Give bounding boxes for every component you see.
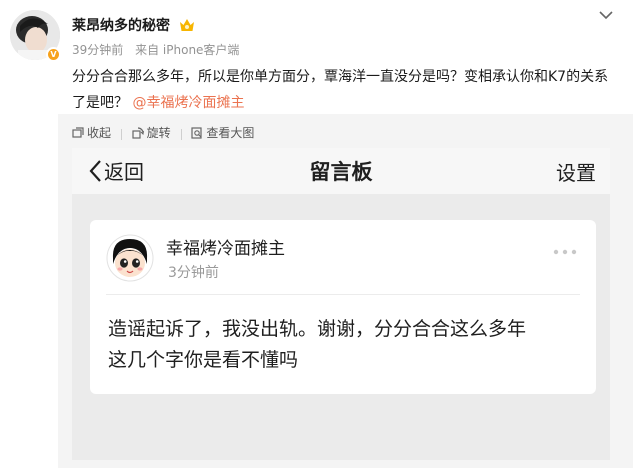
- comment-line-2: 这几个字你是看不懂吗: [108, 349, 299, 371]
- rotate-label: 旋转: [146, 126, 171, 140]
- screenshot-image[interactable]: 返回 留言板 设置 幸福烤冷面摊主 3分钟前 造谣起诉了，我没出轨。谢谢，分分合…: [72, 148, 610, 460]
- commenter-name: 幸福烤冷面摊主: [166, 239, 285, 259]
- view-large-label: 查看大图: [206, 126, 255, 140]
- post-username[interactable]: 莱昂纳多的秘密: [72, 15, 195, 35]
- image-toolbar: 收起 旋转 查看大图: [72, 124, 254, 142]
- collapse-label: 收起: [87, 126, 112, 140]
- more-options-icon: [553, 249, 577, 255]
- divider: [120, 128, 122, 140]
- zoom-icon: [191, 126, 202, 139]
- divider: [180, 128, 182, 140]
- commenter-avatar: [106, 234, 154, 282]
- view-large-button[interactable]: 查看大图: [191, 124, 254, 141]
- weibo-post: V 莱昂纳多的秘密 39分钟前 来自 iPhone客户端 分分合合那么多年，所以…: [0, 0, 633, 468]
- post-meta: 39分钟前 来自 iPhone客户端: [72, 41, 239, 58]
- collapse-button[interactable]: 收起: [72, 124, 111, 141]
- comment-line-1: 造谣起诉了，我没出轨。谢谢，分分合合这么多年: [108, 318, 527, 340]
- post-time[interactable]: 39分钟前: [72, 43, 123, 57]
- mention-link[interactable]: @幸福烤冷面摊主: [132, 95, 244, 111]
- divider: [106, 294, 580, 295]
- post-content: 分分合合那么多年，所以是你单方面分，覃海洋一直没分是吗？变相承认你和K7的关系了…: [72, 64, 612, 116]
- verified-badge: V: [46, 47, 61, 62]
- post-source: 来自 iPhone客户端: [135, 43, 240, 57]
- crown-badge-icon: [179, 19, 194, 31]
- comment-card: 幸福烤冷面摊主 3分钟前 造谣起诉了，我没出轨。谢谢，分分合合这么多年 这几个字…: [90, 220, 596, 394]
- app-header: 返回 留言板 设置: [72, 148, 610, 194]
- comment-time: 3分钟前: [168, 265, 219, 281]
- username-text[interactable]: 莱昂纳多的秘密: [72, 18, 170, 34]
- comment-text: 造谣起诉了，我没出轨。谢谢，分分合合这么多年 这几个字你是看不懂吗: [108, 314, 588, 376]
- chevron-down-icon[interactable]: [597, 8, 615, 22]
- collapse-icon: [72, 126, 84, 138]
- rotate-icon: [132, 126, 144, 139]
- settings-button: 设置: [556, 161, 596, 185]
- rotate-button[interactable]: 旋转: [132, 124, 171, 141]
- page-title: 留言板: [309, 160, 373, 184]
